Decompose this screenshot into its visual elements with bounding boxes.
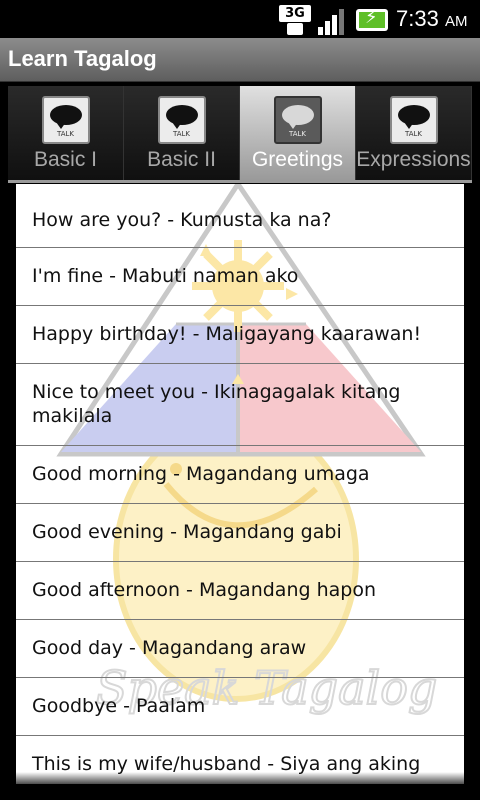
tab-expressions[interactable]: TALK Expressions [356,86,472,180]
list-item[interactable]: Good morning - Magandang umaga [16,446,464,504]
app-title: Learn Tagalog [8,46,157,71]
tab-label: Greetings [251,148,344,171]
tab-indicator-line [8,180,472,183]
list-item[interactable]: Good afternoon - Magandang hapon [16,562,464,620]
data-arrows-icon [287,23,303,35]
tab-icon-caption: TALK [172,130,190,138]
tab-icon-caption: TALK [56,130,74,138]
tab-bar: TALK Basic I TALK Basic II TALK Greeting… [8,86,472,180]
app-title-bar: Learn Tagalog [0,38,480,82]
clock-time: 7:33 [396,6,439,31]
clock: 7:33 AM [396,6,467,32]
tab-label: Basic II [147,148,216,171]
list-item[interactable]: How are you? - Kumusta ka na? [16,190,464,248]
list-item[interactable]: Goodbye - Paalam [16,678,464,736]
battery-charging-icon: ⚡ [356,7,388,31]
tab-greetings[interactable]: TALK Greetings [240,86,356,180]
bottom-edge [0,784,480,800]
talk-bubble-icon: TALK [41,96,90,144]
list-item[interactable]: I'm fine - Mabuti naman ako [16,248,464,306]
list-bottom-fade [16,772,464,784]
phrase-list-panel[interactable]: Speak Tagalog How are you? - Kumusta ka … [16,184,464,784]
tab-basic-ii[interactable]: TALK Basic II [124,86,240,180]
list-item[interactable]: Good evening - Magandang gabi [16,504,464,562]
talk-bubble-icon: TALK [389,96,438,144]
tab-icon-caption: TALK [404,130,422,138]
list-item[interactable]: Nice to meet you - Ikinagagalak kitang m… [16,364,464,446]
tab-basic-i[interactable]: TALK Basic I [8,86,124,180]
signal-strength-icon [318,7,350,35]
status-bar: 3G ⚡ 7:33 AM [0,0,480,38]
tab-label: Basic I [33,148,98,171]
list-item[interactable]: Happy birthday! - Maligayang kaarawan! [16,306,464,364]
clock-ampm: AM [444,13,468,30]
tab-label: Expressions [356,148,471,171]
network-type-label: 3G [279,5,311,22]
network-3g-icon: 3G [279,5,311,35]
list-item[interactable]: Good day - Magandang araw [16,620,464,678]
phrase-list[interactable]: How are you? - Kumusta ka na? I'm fine -… [16,190,464,784]
talk-bubble-icon: TALK [157,96,206,144]
tab-icon-caption: TALK [288,130,306,138]
talk-bubble-icon: TALK [273,96,322,144]
